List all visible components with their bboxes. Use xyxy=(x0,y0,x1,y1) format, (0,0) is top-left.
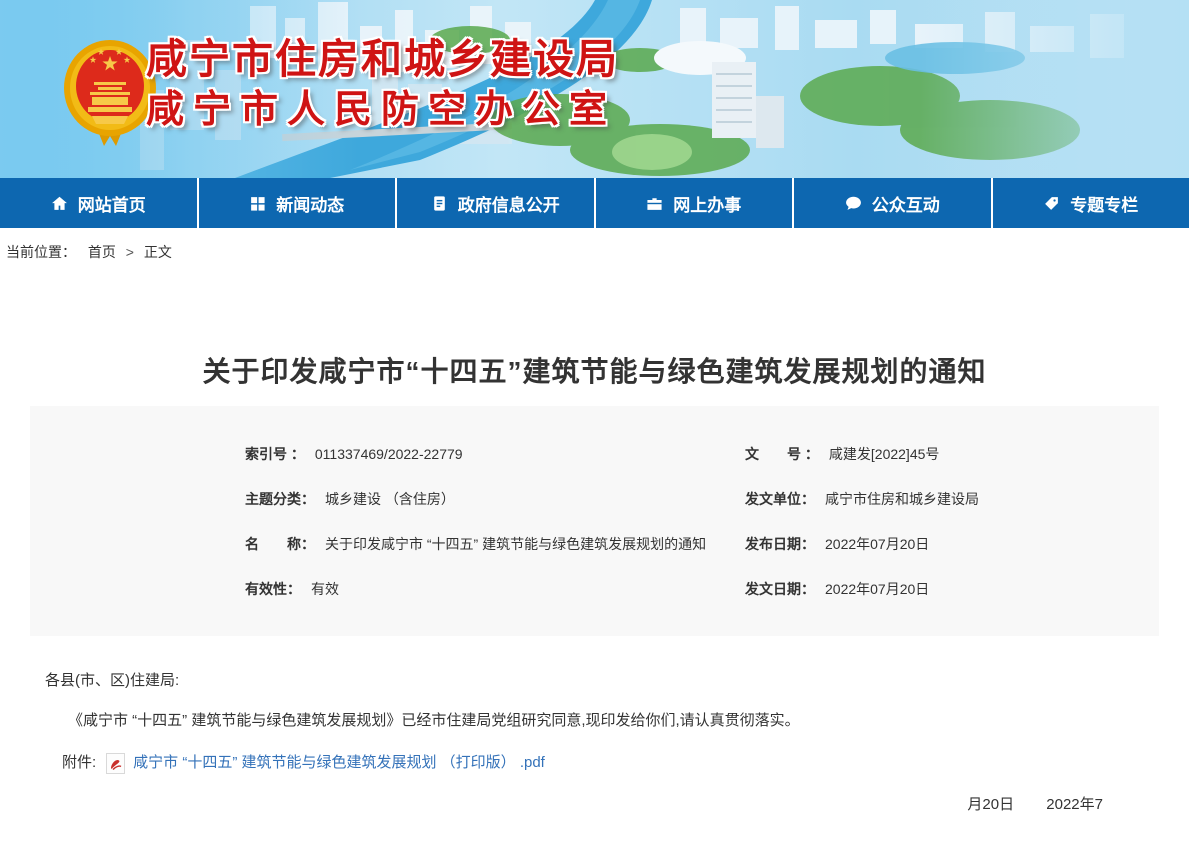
breadcrumb-current: 正文 xyxy=(144,244,172,260)
nav-item-label: 公众互动 xyxy=(872,191,940,216)
document-paragraph: 《咸宁市 “十四五” 建筑节能与绿色建筑发展规划》已经市住建局党组研究同意,现印… xyxy=(53,710,1129,731)
pdf-file-icon xyxy=(106,753,125,774)
breadcrumb-separator: > xyxy=(126,244,134,260)
meta-label: 主题分类： xyxy=(245,489,315,509)
meta-index-number: 索引号 ： 011337469/2022-22779 xyxy=(245,431,745,476)
document-icon xyxy=(431,195,448,212)
document-body: 各县(市、区)住建局: 《咸宁市 “十四五” 建筑节能与绿色建筑发展规划》已经市… xyxy=(45,670,1129,814)
meta-label: 文 号 ： xyxy=(745,444,819,464)
meta-label: 名 称： xyxy=(245,534,315,554)
org-name-line2: 咸宁市人民防空办公室 xyxy=(146,86,619,134)
speech-bubble-icon xyxy=(845,195,862,212)
date-day-part: 月20日 xyxy=(967,796,1014,813)
org-name-line1: 咸宁市住房和城乡建设局 xyxy=(146,34,619,84)
attachment-label: 附件: xyxy=(62,752,96,774)
nav-item-info-disclosure[interactable]: 政府信息公开 xyxy=(397,178,596,228)
site-title: 咸宁市住房和城乡建设局 咸宁市人民防空办公室 xyxy=(146,34,619,134)
tag-icon xyxy=(1043,195,1060,212)
meta-label: 发文单位： xyxy=(745,489,815,509)
meta-value: 咸建发[2022]45号 xyxy=(829,444,940,464)
nav-item-home[interactable]: 网站首页 xyxy=(0,178,199,228)
nav-item-news[interactable]: 新闻动态 xyxy=(199,178,398,228)
meta-value: 011337469/2022-22779 xyxy=(315,446,463,462)
main-nav: 网站首页 新闻动态 政府信息公开 网上办事 公众互动 专题专栏 xyxy=(0,178,1189,228)
meta-validity: 有效性： 有效 xyxy=(245,566,745,611)
nav-item-label: 网上办事 xyxy=(673,191,741,216)
nav-item-label: 网站首页 xyxy=(78,191,146,216)
nav-item-online-services[interactable]: 网上办事 xyxy=(596,178,795,228)
nav-item-label: 政府信息公开 xyxy=(458,191,560,216)
breadcrumb: 当前位置： 首页 > 正文 xyxy=(0,228,1189,272)
meta-issuing-unit: 发文单位： 咸宁市住房和城乡建设局 xyxy=(745,476,1159,521)
meta-doc-title: 名 称： 关于印发咸宁市 “十四五” 建筑节能与绿色建筑发展规划的通知 xyxy=(245,521,745,566)
nav-item-label: 新闻动态 xyxy=(276,191,344,216)
breadcrumb-prefix: 当前位置： xyxy=(6,244,76,260)
meta-label: 有效性： xyxy=(245,579,301,599)
nav-item-special-topics[interactable]: 专题专栏 xyxy=(993,178,1189,228)
meta-issue-date: 发文日期： 2022年07月20日 xyxy=(745,566,1159,611)
meta-value: 2022年07月20日 xyxy=(825,534,929,554)
grid-icon xyxy=(249,195,266,212)
meta-label: 索引号 ： xyxy=(245,444,305,464)
page-title: 关于印发咸宁市“十四五”建筑节能与绿色建筑发展规划的通知 xyxy=(0,350,1189,390)
breadcrumb-home-link[interactable]: 首页 xyxy=(88,244,116,260)
document-date: 月20日 2022年7 xyxy=(45,793,1103,814)
briefcase-icon xyxy=(646,195,663,212)
document-meta-grid: 索引号 ： 011337469/2022-22779 文 号 ： 咸建发[202… xyxy=(245,431,1159,611)
date-year-part: 2022年7 xyxy=(1046,796,1103,813)
document-salutation: 各县(市、区)住建局: xyxy=(45,670,1129,691)
meta-value: 有效 xyxy=(311,579,339,599)
nav-item-label: 专题专栏 xyxy=(1070,191,1138,216)
meta-label: 发文日期： xyxy=(745,579,815,599)
meta-label: 发布日期： xyxy=(745,534,815,554)
meta-topic-category: 主题分类： 城乡建设 （含住房） xyxy=(245,476,745,521)
header-banner: 咸宁市住房和城乡建设局 咸宁市人民防空办公室 xyxy=(0,0,1189,178)
meta-value: 2022年07月20日 xyxy=(825,579,929,599)
meta-value: 咸宁市住房和城乡建设局 xyxy=(825,489,979,509)
meta-value: 关于印发咸宁市 “十四五” 建筑节能与绿色建筑发展规划的通知 xyxy=(325,534,706,554)
meta-value: 城乡建设 （含住房） xyxy=(325,489,455,509)
home-icon xyxy=(51,195,68,212)
meta-doc-number: 文 号 ： 咸建发[2022]45号 xyxy=(745,431,1159,476)
attachment-link[interactable]: 咸宁市 “十四五” 建筑节能与绿色建筑发展规划 （打印版） .pdf xyxy=(133,752,545,774)
nav-item-public-interaction[interactable]: 公众互动 xyxy=(794,178,993,228)
meta-publish-date: 发布日期： 2022年07月20日 xyxy=(745,521,1159,566)
attachment-row: 附件: 咸宁市 “十四五” 建筑节能与绿色建筑发展规划 （打印版） .pdf xyxy=(62,752,1129,774)
document-meta-box: 索引号 ： 011337469/2022-22779 文 号 ： 咸建发[202… xyxy=(30,406,1159,636)
